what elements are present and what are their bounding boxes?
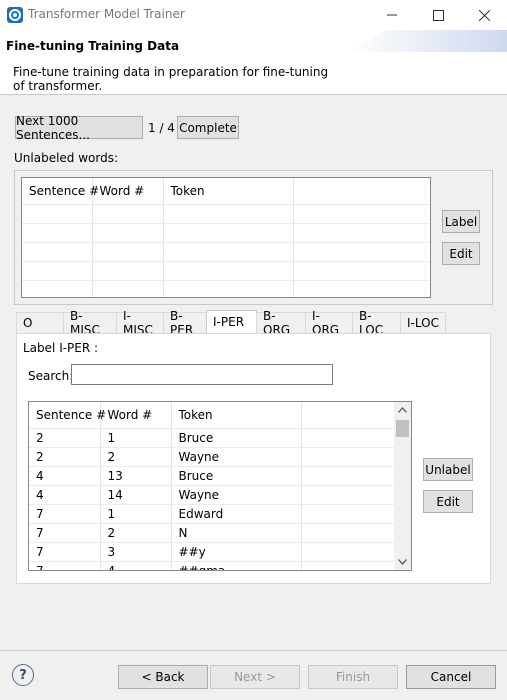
column-header-word[interactable]: Word # [100,402,172,428]
minimize-button[interactable] [369,0,415,30]
label-tabs: O B-MISC I-MISC B-PER I-PER B-ORG I-ORG … [16,309,446,337]
table-row[interactable]: 4 13 Bruce [29,465,396,485]
tab-b-misc[interactable]: B-MISC [63,309,117,337]
table-row[interactable]: 7 1 Edward [29,503,396,523]
column-header-sentence[interactable]: Sentence # [22,178,99,204]
unlabeled-header-row: Sentence # Word # Token [22,178,430,204]
tab-i-misc[interactable]: I-MISC [116,309,164,337]
back-button[interactable]: < Back [118,665,208,689]
unlabel-button[interactable]: Unlabel [423,458,473,481]
tab-i-org[interactable]: I-ORG [305,309,353,337]
close-icon [478,9,490,21]
table-row[interactable]: 72N [29,522,396,542]
page-title: Fine-tuning Training Data [6,39,180,53]
complete-button[interactable]: Complete [177,116,239,139]
tab-b-org[interactable]: B-ORG [256,309,306,337]
tab-b-per[interactable]: B-PER [163,309,207,337]
help-icon[interactable]: ? [12,664,34,686]
minimize-icon [387,14,397,16]
label-button[interactable]: Label [442,210,480,233]
page-indicator: 1 / 4 [148,121,175,135]
table-row[interactable]: 4 14 Wayne [29,484,396,504]
table-row[interactable]: 2 2 Wayne [29,446,396,466]
chevron-down-icon[interactable] [398,559,407,565]
edit-unlabeled-button[interactable]: Edit [442,242,480,265]
wizard-header: Fine-tuning Training Data Fine-tune trai… [0,30,507,95]
tab-b-loc[interactable]: B-LOC [352,309,401,337]
label-heading: Label I-PER : [23,341,99,355]
unlabeled-table[interactable]: Sentence # Word # Token [21,177,431,298]
page-description: Fine-tune training data in preparation f… [13,65,329,93]
maximize-icon [432,9,444,21]
column-header-word[interactable]: Word # [92,178,164,204]
table-row [22,241,430,261]
tab-i-loc[interactable]: I-LOC [400,312,446,333]
column-header-token[interactable]: Token [171,402,302,428]
vertical-scrollbar[interactable] [394,402,411,570]
table-row [22,260,430,280]
footer-separator [0,650,507,651]
maximize-button[interactable] [415,0,461,30]
labeled-header-row: Sentence # Word # Token [29,402,396,428]
labeled-table[interactable]: Sentence # Word # Token 2 1 Bruce 2 2 Wayne … [28,401,412,571]
close-window-button[interactable] [461,0,507,30]
table-row [22,203,430,223]
table-row [22,222,430,242]
finish-button[interactable]: Finish [308,665,398,689]
next-button[interactable]: Next > [210,665,300,689]
title-bar: Transformer Model Trainer [0,0,507,30]
app-icon [7,7,23,23]
edit-labeled-button[interactable]: Edit [423,490,473,513]
scrollbar-thumb[interactable] [396,420,409,437]
table-row[interactable]: 7 3 ##y [29,541,396,561]
table-row[interactable]: 7 4 ##gma [29,560,396,570]
table-row [22,279,430,297]
chevron-up-icon[interactable] [398,407,407,413]
unlabeled-words-label: Unlabeled words: [14,151,119,165]
column-header-sentence[interactable]: Sentence # [29,402,106,428]
search-label: Search: [28,369,74,383]
cancel-button[interactable]: Cancel [406,665,496,689]
column-header-token[interactable]: Token [163,178,294,204]
tab-o[interactable]: O [16,312,64,333]
column-header-filler [293,178,430,204]
window-title: Transformer Model Trainer [28,7,185,21]
tab-i-per[interactable]: I-PER [206,310,257,333]
table-row[interactable]: 2 1 Bruce [29,427,396,447]
column-header-filler [301,402,396,428]
banner-decoration [347,30,507,52]
search-input[interactable] [71,364,333,385]
next-sentences-button[interactable]: Next 1000 Sentences... [15,114,143,142]
